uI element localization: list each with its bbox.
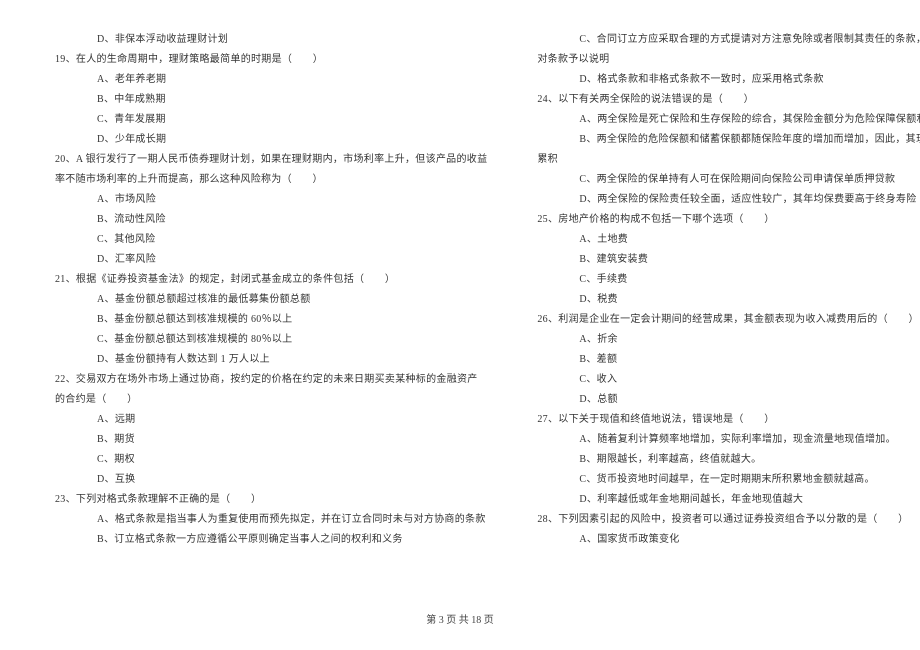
question-26: 26、利润是企业在一定会计期间的经营成果，其金额表现为收入减费用后的（ ） [537, 310, 920, 330]
option-19b: B、中年成熟期 [55, 90, 487, 110]
question-22-line1: 22、交易双方在场外市场上通过协商，按约定的价格在约定的未来日期买卖某种标的金融… [55, 370, 487, 390]
option-24d: D、两全保险的保险责任较全面，适应性较广，其年均保费要高于终身寿险 [537, 190, 920, 210]
option-24b-line1: B、两全保险的危险保额和储蓄保额都随保险年度的增加而增加，因此，其现金价值也逐渐 [537, 130, 920, 150]
option-20c: C、其他风险 [55, 230, 487, 250]
question-25: 25、房地产价格的构成不包括一下哪个选项（ ） [537, 210, 920, 230]
option-27b: B、期限越长，利率越高，终值就越大。 [537, 450, 920, 470]
option-28a: A、国家货币政策变化 [537, 530, 920, 550]
question-23: 23、下列对格式条款理解不正确的是（ ） [55, 490, 487, 510]
option-24b-line2: 累积 [537, 150, 920, 170]
option-22d: D、互换 [55, 470, 487, 490]
option-24a: A、两全保险是死亡保险和生存保险的综合，其保险金额分为危险保障保额和储蓄保额 [537, 110, 920, 130]
option-22b: B、期货 [55, 430, 487, 450]
question-27: 27、以下关于现值和终值地说法，错误地是（ ） [537, 410, 920, 430]
option-21c: C、基金份额总额达到核准规模的 80％以上 [55, 330, 487, 350]
option-21a: A、基金份额总额超过核准的最低募集份额总额 [55, 290, 487, 310]
option-23c-line2: 对条款予以说明 [537, 50, 920, 70]
option-20b: B、流动性风险 [55, 210, 487, 230]
page-footer: 第 3 页 共 18 页 [0, 611, 920, 626]
option-25a: A、土地费 [537, 230, 920, 250]
question-24: 24、以下有关两全保险的说法错误的是（ ） [537, 90, 920, 110]
option-25b: B、建筑安装费 [537, 250, 920, 270]
option-26a: A、折余 [537, 330, 920, 350]
option-26b: B、差额 [537, 350, 920, 370]
option-26d: D、总额 [537, 390, 920, 410]
option-19c: C、青年发展期 [55, 110, 487, 130]
option-20a: A、市场风险 [55, 190, 487, 210]
option-25d: D、税费 [537, 290, 920, 310]
option-21b: B、基金份额总额达到核准规模的 60％以上 [55, 310, 487, 330]
left-column: D、非保本浮动收益理财计划 19、在人的生命周期中，理财策略最简单的时期是（ ）… [40, 30, 512, 630]
option-27c: C、货币投资地时间越早，在一定时期期末所积累地金额就越高。 [537, 470, 920, 490]
option-25c: C、手续费 [537, 270, 920, 290]
right-column: C、合同订立方应采取合理的方式提请对方注意免除或者限制其责任的条款，按对方要求，… [512, 30, 920, 630]
option-19d: D、少年成长期 [55, 130, 487, 150]
question-22-line2: 的合约是（ ） [55, 390, 487, 410]
option-19a: A、老年养老期 [55, 70, 487, 90]
option-22a: A、远期 [55, 410, 487, 430]
document-page: D、非保本浮动收益理财计划 19、在人的生命周期中，理财策略最简单的时期是（ ）… [0, 0, 920, 650]
option-24c: C、两全保险的保单持有人可在保险期间向保险公司申请保单质押贷款 [537, 170, 920, 190]
option-23b: B、订立格式条款一方应遵循公平原则确定当事人之间的权利和义务 [55, 530, 487, 550]
option-18d: D、非保本浮动收益理财计划 [55, 30, 487, 50]
option-23c-line1: C、合同订立方应采取合理的方式提请对方注意免除或者限制其责任的条款，按对方要求， [537, 30, 920, 50]
option-22c: C、期权 [55, 450, 487, 470]
question-21: 21、根据《证券投资基金法》的规定，封闭式基金成立的条件包括（ ） [55, 270, 487, 290]
question-28: 28、下列因素引起的风险中，投资者可以通过证券投资组合予以分散的是（ ） [537, 510, 920, 530]
option-20d: D、汇率风险 [55, 250, 487, 270]
option-27d: D、利率越低或年金地期间越长，年金地现值越大 [537, 490, 920, 510]
option-23d: D、格式条款和非格式条款不一致时，应采用格式条款 [537, 70, 920, 90]
question-20-line2: 率不随市场利率的上升而提高，那么这种风险称为（ ） [55, 170, 487, 190]
option-21d: D、基金份额持有人数达到 1 万人以上 [55, 350, 487, 370]
question-20-line1: 20、A 银行发行了一期人民币债券理财计划，如果在理财期内，市场利率上升，但该产… [55, 150, 487, 170]
question-19: 19、在人的生命周期中，理财策略最简单的时期是（ ） [55, 50, 487, 70]
option-27a: A、随着复利计算频率地增加，实际利率增加，现金流量地现值增加。 [537, 430, 920, 450]
option-23a: A、格式条款是指当事人为重复使用而预先拟定，并在订立合同时未与对方协商的条款 [55, 510, 487, 530]
option-26c: C、收入 [537, 370, 920, 390]
